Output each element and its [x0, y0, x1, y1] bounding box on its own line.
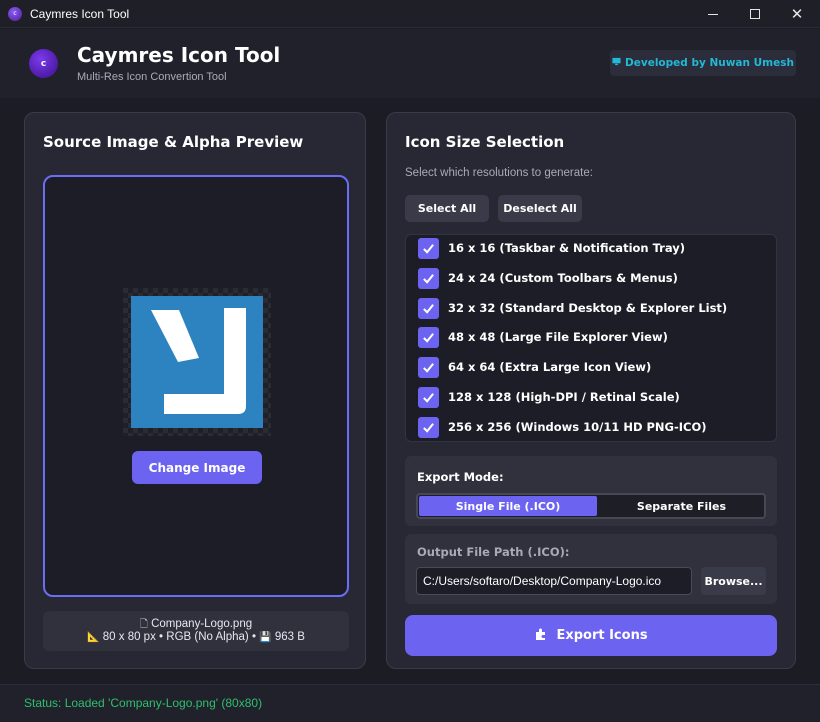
export-icons-label: Export Icons: [556, 628, 648, 643]
size-option-32[interactable]: 32 x 32 (Standard Desktop & Explorer Lis…: [418, 297, 727, 319]
monitor-icon: [612, 57, 621, 69]
export-mode-separate-files[interactable]: Separate Files: [600, 496, 763, 516]
file-icon: 🗋: [139, 619, 148, 630]
close-button[interactable]: ✕: [774, 0, 820, 28]
app-logo-letter: c: [40, 58, 47, 69]
size-option-label: 256 x 256 (Windows 10/11 HD PNG-ICO): [448, 420, 707, 434]
image-dimensions: 80 x 80 px: [102, 631, 156, 643]
file-meta-row: 📐 80 x 80 px • RGB (No Alpha) • 💾 963 B: [43, 631, 349, 643]
checkbox-checked-icon[interactable]: [418, 356, 439, 378]
checkbox-checked-icon[interactable]: [418, 297, 439, 319]
maximize-icon: [750, 9, 760, 19]
deselect-all-button[interactable]: Deselect All: [498, 195, 582, 222]
change-image-button[interactable]: Change Image: [132, 451, 262, 484]
status-bar: Status: Loaded 'Company-Logo.png' (80x80…: [0, 684, 820, 722]
size-option-label: 128 x 128 (High-DPI / Retinal Scale): [448, 390, 680, 404]
export-icons-button[interactable]: Export Icons: [405, 615, 777, 656]
app-title: Caymres Icon Tool: [77, 43, 281, 67]
checkbox-checked-icon[interactable]: [418, 326, 439, 348]
output-path-box: Output File Path (.ICO): Browse...: [405, 534, 777, 604]
size-option-label: 32 x 32 (Standard Desktop & Explorer Lis…: [448, 301, 728, 315]
size-option-label: 24 x 24 (Custom Toolbars & Menus): [448, 271, 678, 285]
select-all-button[interactable]: Select All: [405, 195, 489, 222]
image-preview-frame: Change Image: [43, 175, 349, 597]
alpha-checkerboard: [123, 288, 271, 436]
size-option-48[interactable]: 48 x 48 (Large File Explorer View): [418, 326, 668, 348]
size-checkbox-list: 16 x 16 (Taskbar & Notification Tray) 24…: [405, 234, 777, 442]
window-titlebar: c Caymres Icon Tool ✕: [0, 0, 820, 28]
output-path-label: Output File Path (.ICO):: [417, 545, 570, 559]
save-icon: 💾: [259, 632, 272, 643]
developer-badge-label: Developed by Nuwan Umesh: [625, 57, 794, 69]
meta-separator: •: [251, 631, 256, 643]
size-option-64[interactable]: 64 x 64 (Extra Large Icon View): [418, 356, 651, 378]
export-mode-label: Export Mode:: [417, 470, 504, 484]
export-mode-toggle: Single File (.ICO) Separate Files: [416, 493, 766, 519]
size-panel-heading: Icon Size Selection: [405, 133, 565, 151]
meta-separator: •: [159, 631, 164, 643]
checkbox-checked-icon[interactable]: [418, 267, 439, 289]
app-icon-letter: c: [13, 10, 17, 17]
size-option-128[interactable]: 128 x 128 (High-DPI / Retinal Scale): [418, 386, 680, 408]
app-header: c Caymres Icon Tool Multi-Res Icon Conve…: [0, 29, 820, 98]
file-name: Company-Logo.png: [151, 618, 253, 630]
source-image-panel: Source Image & Alpha Preview Change Imag…: [24, 112, 366, 669]
checkbox-checked-icon[interactable]: [418, 416, 439, 438]
size-option-16[interactable]: 16 x 16 (Taskbar & Notification Tray): [418, 237, 685, 259]
developer-badge: Developed by Nuwan Umesh: [610, 50, 796, 76]
close-icon: ✕: [790, 4, 804, 23]
checkbox-checked-icon[interactable]: [418, 237, 439, 259]
app-icon: c: [8, 6, 22, 21]
window-title: Caymres Icon Tool: [30, 6, 130, 21]
size-option-label: 64 x 64 (Extra Large Icon View): [448, 360, 652, 374]
export-mode-box: Export Mode: Single File (.ICO) Separate…: [405, 456, 777, 526]
checkbox-checked-icon[interactable]: [418, 386, 439, 408]
maximize-button[interactable]: [732, 0, 778, 28]
size-option-label: 16 x 16 (Taskbar & Notification Tray): [448, 241, 686, 255]
browse-button[interactable]: Browse...: [701, 567, 766, 595]
output-path-input[interactable]: [416, 567, 692, 595]
app-logo-icon: c: [29, 49, 58, 78]
size-panel-hint: Select which resolutions to generate:: [405, 167, 593, 179]
status-text: Status: Loaded 'Company-Logo.png' (80x80…: [24, 696, 263, 710]
icon-size-panel: Icon Size Selection Select which resolut…: [386, 112, 796, 669]
source-image-preview: [131, 296, 263, 428]
ruler-icon: 📐: [87, 632, 100, 643]
puzzle-icon: [534, 627, 548, 645]
size-option-label: 48 x 48 (Large File Explorer View): [448, 330, 668, 344]
size-option-256[interactable]: 256 x 256 (Windows 10/11 HD PNG-ICO): [418, 416, 707, 438]
minimize-icon: [708, 13, 718, 15]
minimize-button[interactable]: [690, 0, 736, 28]
file-info-box: 🗋 Company-Logo.png 📐 80 x 80 px • RGB (N…: [43, 611, 349, 651]
export-mode-single-file[interactable]: Single File (.ICO): [419, 496, 597, 516]
app-subtitle: Multi-Res Icon Convertion Tool: [77, 71, 227, 83]
file-size: 963 B: [274, 631, 305, 643]
company-logo-image: [131, 296, 263, 428]
source-panel-heading: Source Image & Alpha Preview: [43, 133, 304, 151]
size-option-24[interactable]: 24 x 24 (Custom Toolbars & Menus): [418, 267, 678, 289]
color-mode: RGB (No Alpha): [166, 631, 249, 643]
